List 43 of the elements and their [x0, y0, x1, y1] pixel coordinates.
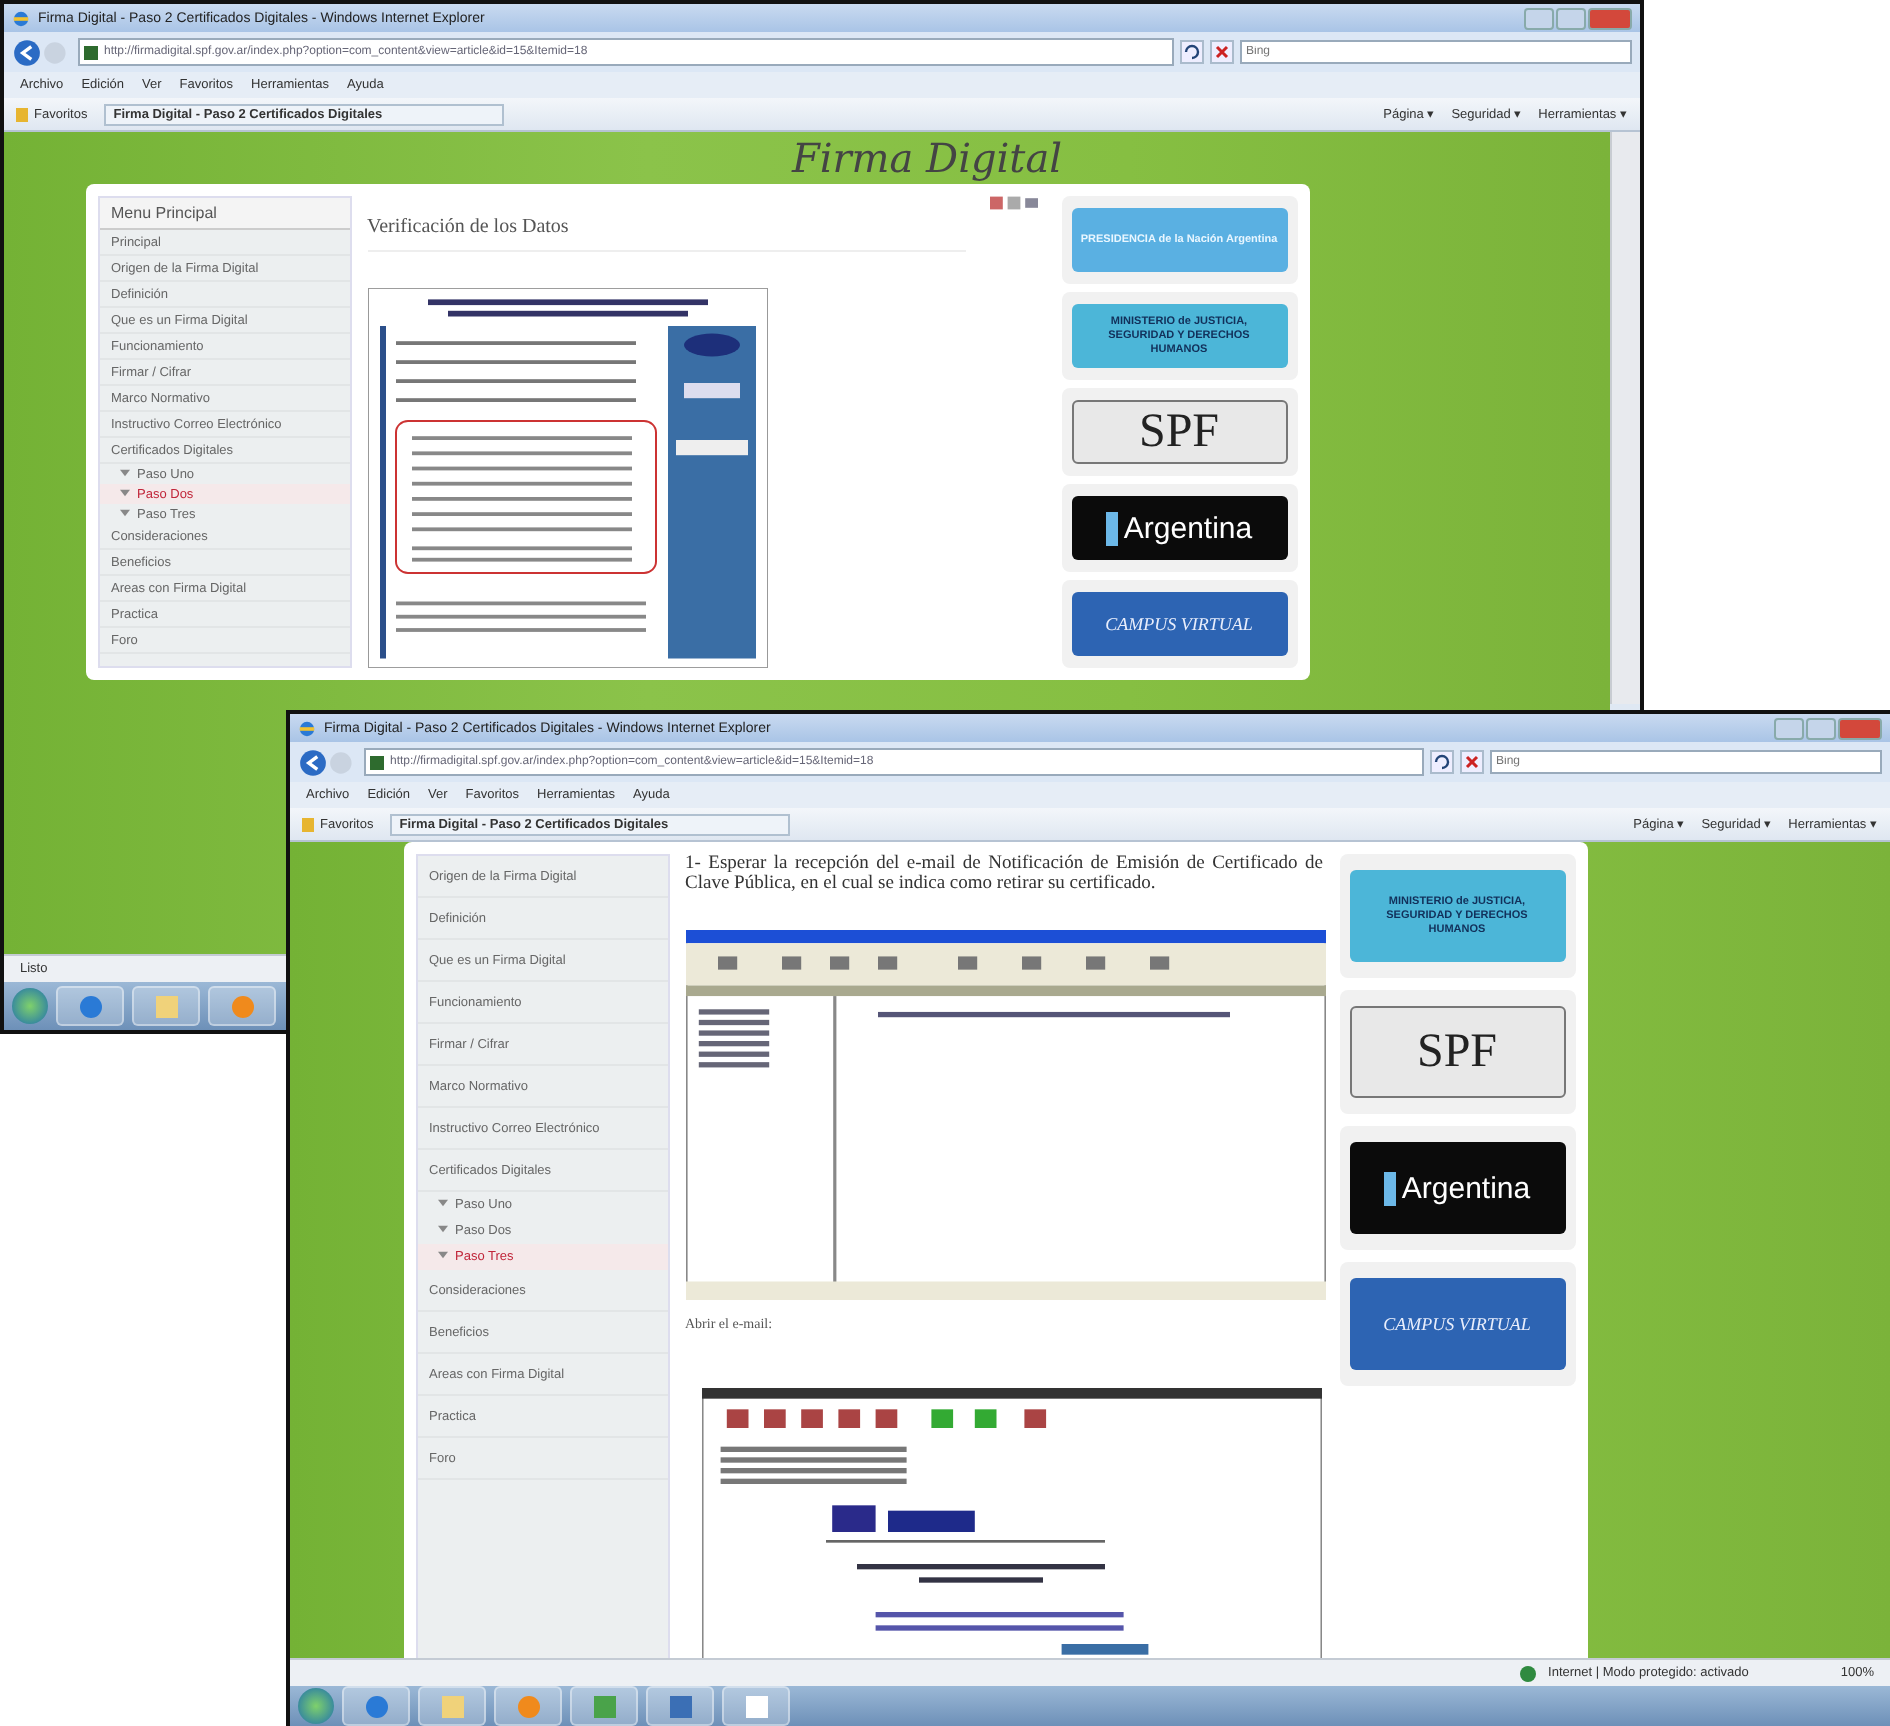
app-taskbar-icon[interactable] [570, 1686, 638, 1726]
bullet-icon [119, 487, 129, 497]
start-button[interactable] [298, 1688, 334, 1724]
document-taskbar-icon[interactable] [722, 1686, 790, 1726]
start-button[interactable] [12, 988, 48, 1024]
bullet-icon [119, 467, 129, 477]
media-taskbar-icon[interactable] [208, 986, 276, 1026]
article-heading: Verificación de los Datos [367, 196, 965, 252]
refresh-icon[interactable] [1180, 40, 1204, 64]
browser-icon [298, 719, 316, 737]
close-button[interactable] [1588, 7, 1632, 29]
campus-logo[interactable]: CAMPUS VIRTUAL [1349, 1278, 1565, 1370]
step-paragraph: 1- Esperar la recepción del e-mail de Notificación de Emisión de Certificado de Clave Pública, en el cual se indica como retirar su certificado. [685, 854, 1323, 894]
folder-taskbar-icon[interactable] [132, 986, 200, 1026]
close-button[interactable] [1838, 717, 1882, 739]
minimize-button[interactable] [1524, 7, 1554, 29]
maximize-button[interactable] [1806, 717, 1836, 739]
globe-icon [1520, 1665, 1537, 1681]
window-taskbar-icon[interactable] [646, 1686, 714, 1726]
argentina-logo[interactable]: Argentina [1349, 1142, 1565, 1234]
maximize-button[interactable] [1556, 7, 1586, 29]
bullet-icon [437, 1250, 447, 1260]
campus-logo[interactable]: CAMPUS VIRTUAL [1071, 592, 1287, 656]
minimize-button[interactable] [1774, 717, 1804, 739]
stop-icon[interactable] [1210, 40, 1234, 64]
spf-logo[interactable]: SPF [1349, 1006, 1565, 1098]
print-email-icons[interactable] [989, 196, 1037, 210]
sidebar-title: Menu Principal [99, 198, 349, 230]
folder-taskbar-icon[interactable] [418, 1686, 486, 1726]
argentina-logo[interactable]: Argentina [1071, 496, 1287, 560]
browser-taskbar-icon[interactable] [56, 986, 124, 1026]
media-taskbar-icon[interactable] [494, 1686, 562, 1726]
back-forward-icon[interactable] [298, 747, 358, 777]
bullet-icon [437, 1224, 447, 1234]
refresh-icon[interactable] [1430, 750, 1454, 774]
scrollbar[interactable] [1610, 132, 1640, 704]
spf-logo[interactable]: SPF [1071, 400, 1287, 464]
stop-icon[interactable] [1460, 750, 1484, 774]
browser-icon [12, 9, 30, 27]
bullet-icon [437, 1198, 447, 1208]
site-banner-title: Firma Digital [789, 132, 1063, 184]
back-forward-icon[interactable] [12, 37, 72, 67]
browser-taskbar-icon[interactable] [342, 1686, 410, 1726]
